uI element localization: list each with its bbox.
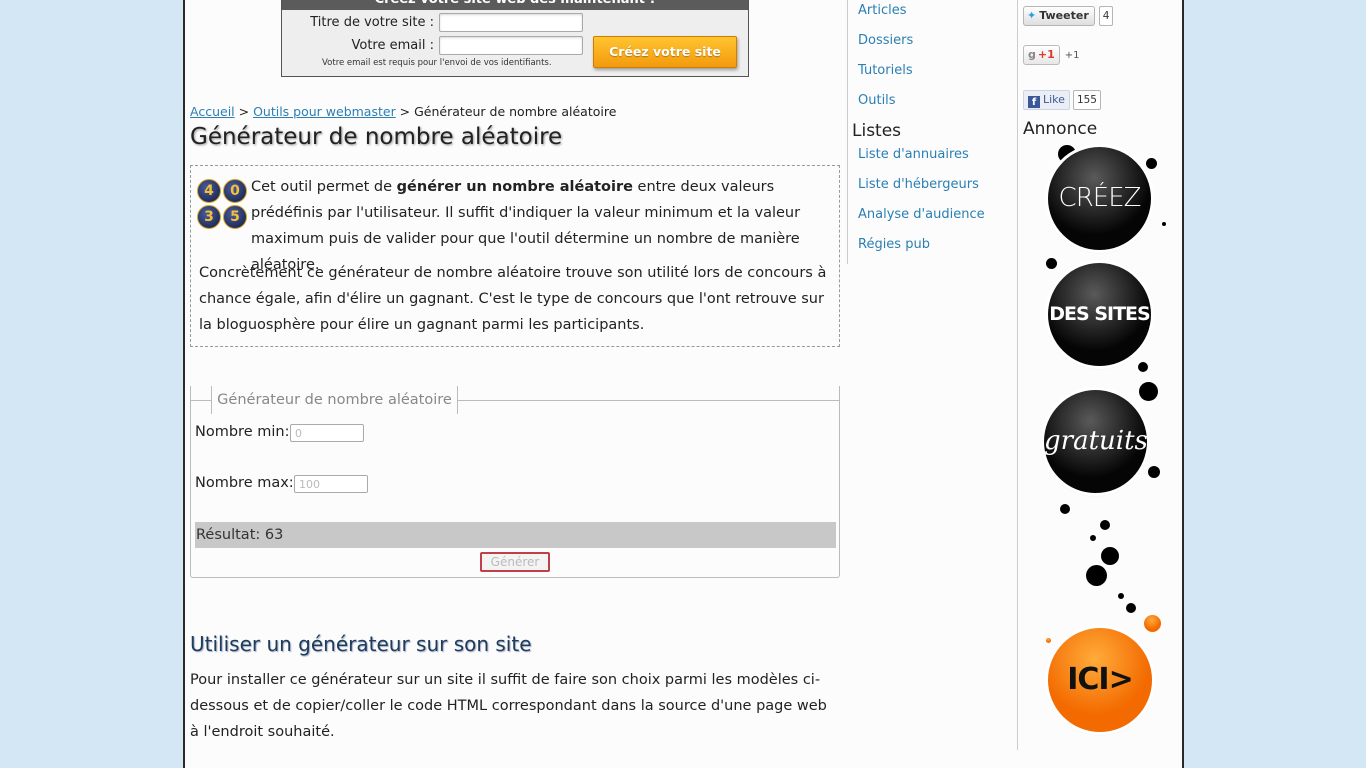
signup-note: Votre email est requis pour l'envoi de v… (322, 58, 552, 68)
site-title-label: Titre de votre site : (310, 15, 434, 30)
facebook-widget: f Like 155 (1023, 90, 1101, 110)
die-digit: 4 (197, 179, 221, 203)
max-input[interactable]: 100 (294, 475, 368, 493)
decor-dot (1138, 362, 1148, 372)
google-g-icon: g (1028, 48, 1036, 61)
page-title: Générateur de nombre aléatoire (190, 124, 563, 150)
decor-dot (1162, 222, 1166, 226)
menu-item-hebergeurs[interactable]: Liste d'hébergeurs (858, 177, 979, 192)
decor-dot (1146, 158, 1157, 169)
die-digit: 5 (223, 205, 247, 229)
usage-heading: Utiliser un générateur sur son site (190, 632, 532, 656)
sidebar-menu: Articles Dossiers Tutoriels Outils Liste… (847, 0, 1018, 264)
decor-dot (1101, 547, 1119, 565)
generator-legend: Générateur de nombre aléatoire (211, 386, 458, 414)
menu-item-regies[interactable]: Régies pub (858, 237, 930, 252)
gplus-widget: g +1 +1 (1023, 45, 1080, 65)
menu-item-annuaires[interactable]: Liste d'annuaires (858, 147, 969, 162)
menu-item-dossiers[interactable]: Dossiers (858, 33, 913, 48)
breadcrumb-home-link[interactable]: Accueil (190, 104, 235, 119)
die-digit: 0 (223, 179, 247, 203)
dice-icon: 4 0 3 5 (197, 179, 249, 231)
decor-dot (1139, 382, 1158, 401)
email-label: Votre email : (351, 38, 435, 53)
gplus-button[interactable]: g +1 (1023, 45, 1060, 65)
menu-item-articles[interactable]: Articles (858, 3, 906, 18)
max-label: Nombre max: (195, 475, 294, 491)
create-site-button[interactable]: Créez votre site (593, 36, 737, 68)
breadcrumb-section-link[interactable]: Outils pour webmaster (253, 104, 396, 119)
min-input[interactable]: 0 (290, 424, 364, 442)
decor-dot (1144, 615, 1161, 632)
email-input[interactable] (439, 36, 583, 55)
usage-paragraph: Pour installer ce générateur sur un site… (190, 672, 827, 740)
page-container: Créez votre site web dès maintenant ! Ti… (183, 0, 1184, 768)
ad-bubble-des-sites: DES SITES (1048, 263, 1151, 366)
decor-dot (1046, 638, 1051, 643)
decor-dot (1118, 593, 1124, 599)
menu-item-outils[interactable]: Outils (858, 93, 896, 108)
die-digit: 3 (197, 205, 221, 229)
decor-dot (1090, 535, 1096, 541)
decor-dot (1046, 258, 1057, 269)
intro-paragraph-2: Concrètement ce générateur de nombre alé… (199, 265, 827, 333)
menu-item-tutoriels[interactable]: Tutoriels (858, 63, 913, 78)
menu-item-audience[interactable]: Analyse d'audience (858, 207, 985, 222)
gplus-count: +1 (1064, 50, 1080, 61)
facebook-like-count: 155 (1072, 90, 1101, 110)
tweet-count: 4 (1098, 6, 1114, 26)
facebook-icon: f (1028, 96, 1040, 108)
signup-heading: Créez votre site web dès maintenant ! (282, 0, 748, 10)
breadcrumb-separator: > (234, 104, 254, 119)
breadcrumb-current: Générateur de nombre aléatoire (414, 104, 617, 119)
twitter-bird-icon: ✦ (1027, 9, 1037, 22)
intro-emphasis: générer un nombre aléatoire (396, 179, 633, 195)
ad-bubble-creez: CRÉEZ (1048, 147, 1151, 250)
facebook-like-button[interactable]: f Like (1023, 90, 1070, 110)
decor-dot (1100, 520, 1110, 530)
right-column: ✦ Tweeter 4 g +1 +1 f Like 155 Annonce CRÉEZ D… (1017, 0, 1181, 750)
ad-heading: Annonce (1023, 119, 1098, 139)
min-label: Nombre min: (195, 424, 290, 440)
breadcrumb-separator: > (395, 104, 415, 119)
ad-bubble-ici: ICI> (1048, 628, 1152, 732)
result-display: Résultat: 63 (195, 522, 836, 548)
decor-dot (1126, 603, 1136, 613)
decor-dot (1148, 466, 1160, 478)
decor-dot (1086, 565, 1107, 586)
generate-button[interactable]: Générer (480, 552, 550, 572)
ad-bubble-gratuits: gratuits (1044, 390, 1148, 493)
tweet-button[interactable]: ✦ Tweeter (1023, 6, 1095, 26)
site-title-input[interactable] (439, 13, 583, 32)
breadcrumb: Accueil > Outils pour webmaster > Généra… (190, 104, 616, 119)
decor-dot (1060, 504, 1070, 514)
menu-heading-listes: Listes (852, 121, 902, 141)
tweet-widget: ✦ Tweeter 4 (1023, 6, 1114, 26)
intro-box: 4 0 3 5 Cet outil permet de générer un n… (190, 165, 840, 347)
signup-box: Créez votre site web dès maintenant ! Ti… (281, 0, 749, 77)
